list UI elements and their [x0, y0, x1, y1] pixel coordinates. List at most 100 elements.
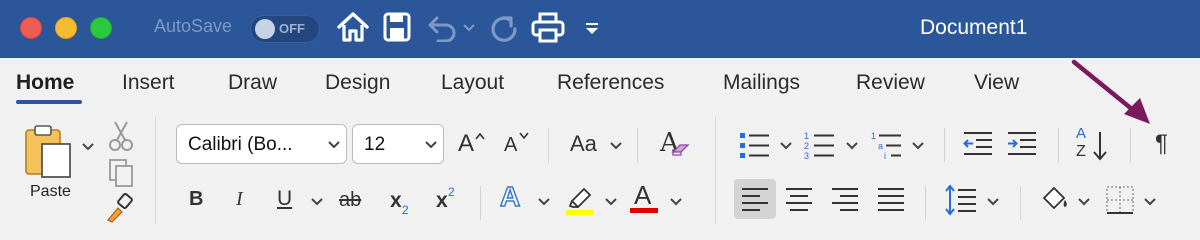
undo-icon[interactable]: [426, 14, 458, 42]
group-separator: [715, 118, 716, 224]
tab-draw[interactable]: Draw: [228, 71, 277, 95]
multilevel-dropdown-icon[interactable]: [911, 140, 925, 152]
home-icon[interactable]: [336, 10, 370, 44]
borders-dropdown-icon[interactable]: [1143, 196, 1157, 208]
numbering-icon[interactable]: 1 2 3: [803, 128, 837, 162]
line-spacing-dropdown-icon[interactable]: [986, 196, 1000, 208]
decrease-indent-icon[interactable]: [962, 128, 994, 160]
highlight-dropdown-icon[interactable]: [604, 196, 618, 208]
sort-arrow-icon: [1093, 132, 1107, 161]
font-size-value: 12: [364, 134, 386, 155]
group-separator: [944, 128, 945, 162]
align-left-icon: [742, 188, 768, 211]
text-effects-button[interactable]: A: [499, 182, 521, 212]
superscript-button[interactable]: x 2: [436, 186, 462, 216]
save-icon[interactable]: [383, 12, 411, 42]
underline-dropdown-icon[interactable]: [310, 196, 324, 208]
svg-text:1: 1: [804, 131, 809, 141]
grow-font-button[interactable]: A: [458, 130, 488, 160]
svg-text:2: 2: [804, 141, 809, 151]
bold-button[interactable]: B: [189, 189, 203, 209]
subscript-button[interactable]: x 2: [390, 188, 416, 218]
align-right-icon[interactable]: [830, 185, 860, 213]
group-separator: [1130, 128, 1131, 162]
paste-label: Paste: [30, 183, 71, 200]
align-center-icon[interactable]: [784, 185, 814, 213]
tab-insert[interactable]: Insert: [122, 71, 175, 95]
increase-indent-icon[interactable]: [1006, 128, 1038, 160]
font-color-dropdown-icon[interactable]: [669, 196, 683, 208]
eraser-icon: [671, 144, 690, 156]
tab-home[interactable]: Home: [16, 71, 74, 95]
redo-icon[interactable]: [488, 12, 520, 44]
subscript-mark: 2: [402, 203, 409, 217]
print-icon[interactable]: [531, 12, 565, 44]
font-family-select[interactable]: Calibri (Bo...: [176, 124, 347, 164]
change-case-button[interactable]: Aa: [570, 133, 597, 155]
document-title: Document1: [920, 16, 1028, 39]
svg-text:a: a: [878, 141, 883, 151]
autosave-label: AutoSave: [154, 16, 233, 36]
justify-icon[interactable]: [876, 185, 906, 213]
chevron-down-icon: [425, 141, 437, 149]
caret-down-icon: [519, 132, 529, 139]
shrink-font-button[interactable]: A: [504, 130, 534, 160]
tab-view[interactable]: View: [974, 71, 1019, 95]
bullets-icon[interactable]: [738, 128, 772, 162]
annotation-arrow-icon: [1071, 59, 1150, 124]
paste-icon[interactable]: [22, 124, 78, 180]
bullets-dropdown-icon[interactable]: [779, 140, 793, 152]
shrink-font-glyph: A: [504, 134, 518, 156]
group-separator: [548, 128, 549, 162]
line-spacing-icon[interactable]: [944, 184, 978, 216]
font-family-value: Calibri (Bo...: [188, 134, 293, 155]
borders-icon[interactable]: [1104, 184, 1136, 216]
maximize-window-button[interactable]: [90, 17, 112, 39]
group-separator: [925, 186, 926, 220]
align-left-button[interactable]: [734, 179, 776, 219]
font-color-glyph: A: [634, 180, 652, 210]
strikethrough-button[interactable]: ab: [339, 190, 361, 210]
svg-text:1: 1: [871, 131, 876, 141]
group-separator: [1020, 186, 1021, 220]
group-separator: [1058, 128, 1059, 162]
tab-review[interactable]: Review: [856, 71, 925, 95]
tab-design[interactable]: Design: [325, 71, 390, 95]
multilevel-list-icon[interactable]: 1 a i: [870, 128, 904, 162]
close-window-button[interactable]: [20, 17, 42, 39]
group-separator: [155, 118, 156, 224]
cut-icon[interactable]: [108, 120, 134, 152]
title-bar: AutoSave OFF Document1: [0, 0, 1200, 58]
shading-icon[interactable]: [1040, 184, 1072, 216]
text-effects-dropdown-icon[interactable]: [537, 196, 551, 208]
group-separator: [480, 186, 481, 220]
minimize-window-button[interactable]: [55, 17, 77, 39]
customize-toolbar-icon[interactable]: [584, 22, 600, 36]
show-formatting-marks-button[interactable]: ¶: [1155, 132, 1168, 156]
shading-dropdown-icon[interactable]: [1077, 196, 1091, 208]
highlight-icon[interactable]: [564, 183, 596, 215]
clear-formatting-button[interactable]: A: [660, 128, 694, 162]
autosave-state: OFF: [279, 21, 305, 36]
ribbon-tabs: Home Insert Draw Design Layout Reference…: [0, 58, 1200, 110]
undo-dropdown-icon[interactable]: [462, 22, 476, 34]
tab-references[interactable]: References: [557, 71, 664, 95]
active-tab-indicator: [16, 100, 82, 104]
sort-button[interactable]: A Z: [1076, 126, 1112, 164]
underline-button[interactable]: U: [277, 188, 292, 209]
format-painter-icon[interactable]: [106, 193, 136, 223]
tab-mailings[interactable]: Mailings: [723, 71, 800, 95]
subscript-base: x: [390, 189, 402, 212]
paste-dropdown-icon[interactable]: [81, 141, 95, 153]
caret-up-icon: [475, 132, 485, 140]
font-size-select[interactable]: 12: [352, 124, 444, 164]
superscript-mark: 2: [448, 185, 455, 199]
tab-layout[interactable]: Layout: [441, 71, 504, 95]
italic-button[interactable]: I: [236, 189, 243, 209]
numbering-dropdown-icon[interactable]: [845, 140, 859, 152]
autosave-toggle[interactable]: OFF: [250, 15, 320, 43]
font-color-button[interactable]: A: [630, 182, 662, 216]
copy-icon[interactable]: [106, 158, 136, 188]
change-case-dropdown-icon[interactable]: [609, 140, 623, 152]
svg-text:3: 3: [804, 151, 809, 161]
